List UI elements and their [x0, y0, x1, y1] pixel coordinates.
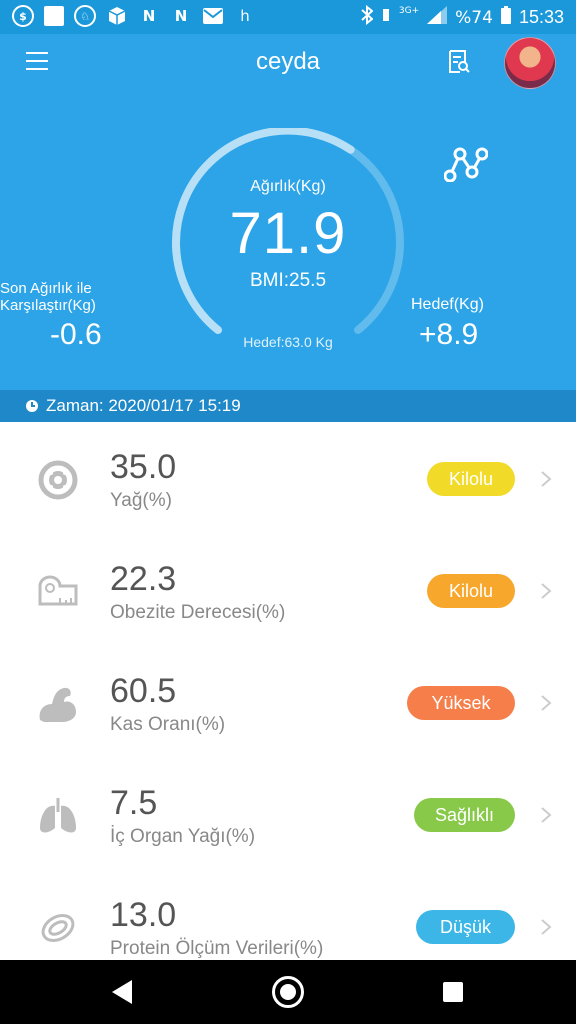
protein-icon: [41, 914, 75, 942]
signal-icon: [427, 6, 448, 29]
app-icon: ♘: [74, 5, 96, 27]
metric-row-fat[interactable]: 35.0 Yağ(%) Kilolu: [0, 422, 576, 534]
home-button[interactable]: [272, 976, 304, 1008]
chevron-right-icon: [541, 807, 552, 823]
user-name-title: ceyda: [255, 48, 321, 75]
metric-value: 22.3: [110, 560, 177, 598]
lungs-icon: [40, 798, 76, 833]
recents-button[interactable]: [443, 982, 463, 1002]
compare-value: -0.6: [50, 318, 102, 351]
metric-label: Protein Ölçüm Verileri(%): [110, 938, 324, 959]
metric-row-protein[interactable]: 13.0 Protein Ölçüm Verileri(%) Düşük: [0, 870, 576, 960]
mail-icon: [202, 5, 224, 27]
box-icon: [106, 5, 128, 27]
metric-value: 60.5: [110, 672, 177, 710]
metric-row-muscle[interactable]: 60.5 Kas Oranı(%) Yüksek: [0, 646, 576, 758]
notification-icons: $ ♘ N N h: [12, 5, 256, 27]
goal-value: +8.9: [419, 318, 479, 351]
status-bar: $ ♘ N N h 3G+ %74 15:33: [0, 0, 576, 34]
metric-label: Kas Oranı(%): [110, 714, 226, 735]
battery-icon: [500, 6, 511, 29]
network-type: 3G+: [398, 5, 420, 16]
metric-row-obesity[interactable]: 22.3 Obezite Derecesi(%) Kilolu: [0, 534, 576, 646]
status-badge: Kilolu: [427, 462, 515, 496]
measurement-time-bar: Zaman: 2020/01/17 15:19: [0, 390, 576, 422]
chevron-right-icon: [541, 471, 552, 487]
n-icon: N: [142, 7, 156, 25]
chevron-right-icon: [541, 919, 552, 935]
report-search-icon[interactable]: [448, 50, 470, 74]
system-nav-bar: [0, 960, 576, 1024]
vibrate-icon: [381, 5, 391, 30]
weight-value: 71.9: [229, 201, 347, 266]
n-icon: N: [174, 7, 188, 25]
sim-icon: $: [12, 5, 34, 27]
back-icon[interactable]: [110, 978, 134, 1006]
weight-summary-header: ceyda Ağırlık(Kg) 71.9 BMI:25.5 Hedef:63…: [0, 34, 576, 390]
status-badge: Sağlıklı: [414, 798, 515, 832]
status-badge: Kilolu: [427, 574, 515, 608]
square-icon: [44, 6, 64, 26]
battery-text: %74: [455, 7, 493, 28]
chevron-right-icon: [541, 695, 552, 711]
metric-label: Yağ(%): [110, 490, 172, 511]
status-badge: Yüksek: [407, 686, 515, 720]
metric-label: İç Organ Yağı(%): [110, 826, 256, 847]
clock-icon: [26, 400, 38, 412]
avatar[interactable]: [504, 37, 556, 89]
muscle-icon: [39, 687, 76, 722]
system-status: 3G+ %74 15:33: [361, 4, 564, 30]
compare-label: Son Ağırlık ile Karşılaştır(Kg): [0, 280, 96, 314]
metric-value: 7.5: [110, 784, 158, 822]
metric-row-visceral[interactable]: 7.5 İç Organ Yağı(%) Sağlıklı: [0, 758, 576, 870]
weight-label: Ağırlık(Kg): [250, 178, 326, 195]
metric-value: 13.0: [110, 896, 177, 934]
trend-chart-icon[interactable]: [444, 146, 488, 182]
bluetooth-icon: [361, 4, 374, 30]
metric-label: Obezite Derecesi(%): [110, 602, 286, 623]
tape-measure-icon: [38, 575, 78, 606]
metric-value: 35.0: [110, 448, 177, 486]
metrics-list: 35.0 Yağ(%) Kilolu 22.3 Obezite Derecesi…: [0, 422, 576, 960]
chevron-right-icon: [541, 583, 552, 599]
fat-icon: [38, 460, 78, 500]
h-icon: h: [240, 7, 250, 25]
measurement-time: Zaman: 2020/01/17 15:19: [46, 396, 241, 415]
goal-label: Hedef(Kg): [411, 296, 484, 313]
clock-time: 15:33: [518, 7, 564, 27]
status-badge: Düşük: [416, 910, 515, 944]
